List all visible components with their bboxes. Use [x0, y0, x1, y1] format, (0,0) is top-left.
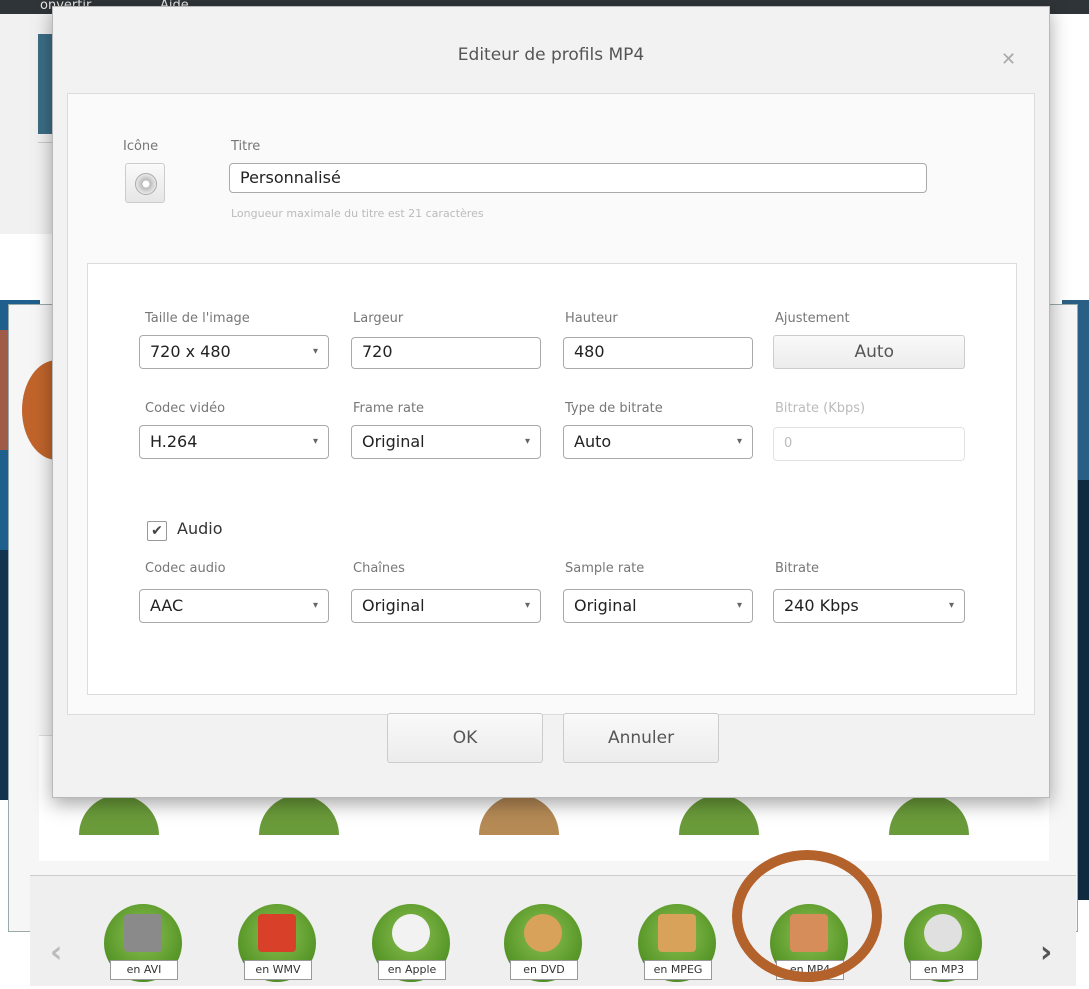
- clapperboard-icon: [124, 914, 162, 952]
- dialog-title: Editeur de profils MP4: [457, 45, 645, 65]
- preview-icon: [679, 795, 759, 835]
- audio-bitrate-select[interactable]: 240 Kbps ▾: [773, 589, 965, 623]
- video-codec-value: H.264: [150, 432, 198, 451]
- frame-size-label: Taille de l'image: [145, 311, 250, 326]
- disc-icon: [135, 173, 157, 195]
- title-length-hint: Longueur maximale du titre est 21 caract…: [231, 207, 484, 220]
- bitrate-type-value: Auto: [574, 432, 612, 451]
- preview-icon: [479, 795, 559, 835]
- format-label: en AVI: [110, 960, 178, 980]
- dvd-icon: [524, 914, 562, 952]
- bitrate-type-label: Type de bitrate: [565, 401, 663, 416]
- audio-codec-label: Codec audio: [145, 561, 226, 576]
- video-bitrate-label: Bitrate (Kbps): [775, 401, 866, 416]
- prev-format-button[interactable]: ‹: [50, 935, 62, 970]
- frame-rate-label: Frame rate: [353, 401, 425, 416]
- chevron-down-icon: ▾: [312, 600, 318, 611]
- next-format-button[interactable]: ›: [1040, 935, 1052, 970]
- headphones-icon: [924, 914, 962, 952]
- profile-icon-picker[interactable]: [125, 163, 165, 203]
- adjust-label: Ajustement: [775, 311, 850, 326]
- close-icon[interactable]: ✕: [1001, 49, 1016, 70]
- video-codec-label: Codec vidéo: [145, 401, 226, 416]
- preview-icon: [79, 795, 159, 835]
- mp4-profile-editor-dialog: Editeur de profils MP4 ✕ Icône Titre Per…: [52, 6, 1050, 798]
- format-label: en DVD: [510, 960, 578, 980]
- sample-rate-value: Original: [574, 596, 637, 615]
- audio-label: Audio: [177, 519, 223, 538]
- channels-value: Original: [362, 596, 425, 615]
- preview-icon: [889, 795, 969, 835]
- preview-icons-row: [79, 795, 979, 835]
- mp4-highlight-annotation: [732, 850, 882, 982]
- height-label: Hauteur: [565, 311, 618, 326]
- preview-icon: [259, 795, 339, 835]
- frame-rate-value: Original: [362, 432, 425, 451]
- chevron-down-icon: ▾: [312, 436, 318, 447]
- bitrate-type-select[interactable]: Auto ▾: [563, 425, 753, 459]
- width-label: Largeur: [353, 311, 404, 326]
- sample-rate-label: Sample rate: [565, 561, 645, 576]
- chevron-down-icon: ▾: [524, 436, 530, 447]
- format-label: en Apple: [378, 960, 446, 980]
- audio-bitrate-value: 240 Kbps: [784, 596, 859, 615]
- channels-select[interactable]: Original ▾: [351, 589, 541, 623]
- audio-codec-select[interactable]: AAC ▾: [139, 589, 329, 623]
- format-mpeg[interactable]: en MPEG: [638, 904, 720, 986]
- video-bitrate-input: 0: [773, 427, 965, 461]
- chevron-down-icon: ▾: [524, 600, 530, 611]
- cancel-button[interactable]: Annuler: [563, 713, 719, 763]
- audio-bitrate-label: Bitrate: [775, 561, 820, 576]
- frame-rate-select[interactable]: Original ▾: [351, 425, 541, 459]
- background-app-fragment: [0, 14, 60, 234]
- apple-icon: [392, 914, 430, 952]
- settings-panel: [87, 263, 1017, 695]
- width-input[interactable]: 720: [351, 337, 541, 369]
- height-input[interactable]: 480: [563, 337, 753, 369]
- chevron-down-icon: ▾: [736, 600, 742, 611]
- frame-size-select[interactable]: 720 x 480 ▾: [139, 335, 329, 369]
- format-dvd[interactable]: en DVD: [504, 904, 586, 986]
- format-label: en MP3: [910, 960, 978, 980]
- format-apple[interactable]: en Apple: [372, 904, 454, 986]
- chevron-down-icon: ▾: [736, 436, 742, 447]
- audio-checkbox[interactable]: ✔: [147, 521, 167, 541]
- sample-rate-select[interactable]: Original ▾: [563, 589, 753, 623]
- channels-label: Chaînes: [353, 561, 405, 576]
- format-mp3[interactable]: en MP3: [904, 904, 986, 986]
- title-input[interactable]: Personnalisé: [229, 163, 927, 193]
- audio-codec-value: AAC: [150, 596, 184, 615]
- format-wmv[interactable]: en WMV: [238, 904, 320, 986]
- frame-size-value: 720 x 480: [150, 342, 231, 361]
- format-label: en WMV: [244, 960, 312, 980]
- video-codec-select[interactable]: H.264 ▾: [139, 425, 329, 459]
- tv-icon: [658, 914, 696, 952]
- format-label: en MPEG: [644, 960, 712, 980]
- title-label: Titre: [231, 139, 261, 154]
- chevron-down-icon: ▾: [312, 346, 318, 357]
- chevron-down-icon: ▾: [948, 600, 954, 611]
- wmv-icon: [258, 914, 296, 952]
- adjust-button[interactable]: Auto: [773, 335, 965, 369]
- ok-button[interactable]: OK: [387, 713, 543, 763]
- format-avi[interactable]: en AVI: [104, 904, 186, 986]
- icon-label: Icône: [123, 139, 159, 154]
